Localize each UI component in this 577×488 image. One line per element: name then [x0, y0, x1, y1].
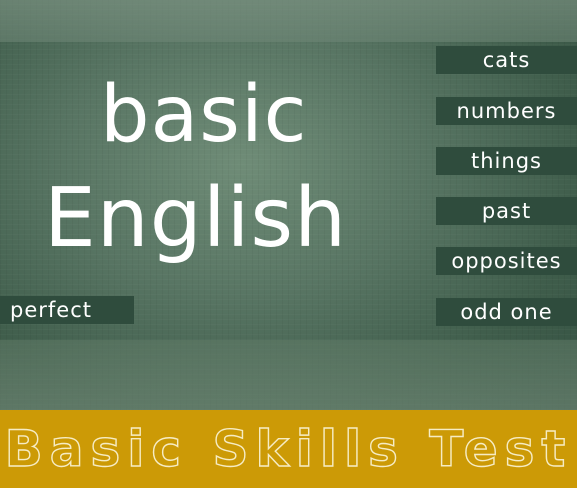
menu-button-things[interactable]: things	[436, 147, 577, 175]
menu-button-odd-one[interactable]: odd one	[436, 298, 577, 326]
chalkboard-top-band	[0, 0, 577, 42]
footer-title: Basic Skills Test	[4, 419, 573, 478]
menu-button-numbers[interactable]: numbers	[436, 97, 577, 125]
menu-button-cats[interactable]: cats	[436, 46, 577, 74]
title-basic: basic	[100, 70, 308, 160]
title-english: English	[44, 171, 348, 266]
menu-button-opposites[interactable]: opposites	[436, 247, 577, 275]
chalkboard-bottom-band	[0, 340, 577, 410]
game-screen: basic English cats numbers things past o…	[0, 0, 577, 488]
chalkboard: basic English cats numbers things past o…	[0, 0, 577, 410]
menu-button-perfect[interactable]: perfect	[0, 296, 134, 324]
menu-button-past[interactable]: past	[436, 197, 577, 225]
